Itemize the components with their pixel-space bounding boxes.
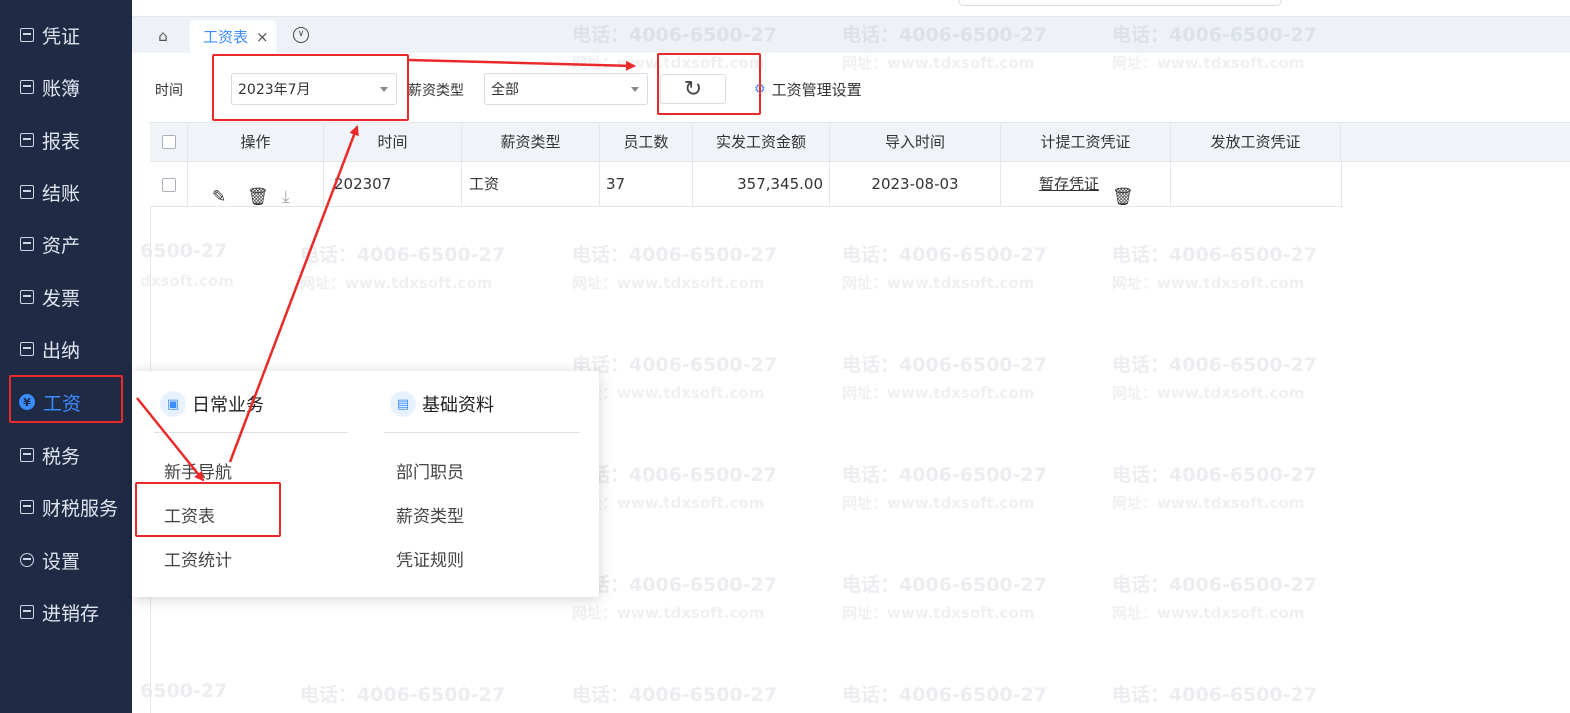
annotation-arrow bbox=[136, 397, 205, 482]
app-root: 凭证 账簿 报表 结账 资产 发票 出纳 ¥ 工资 税务 财税服务 设置 进销存 … bbox=[0, 0, 1570, 713]
annotation-arrow bbox=[408, 58, 636, 71]
annotation-arrow bbox=[228, 125, 359, 463]
annotation-arrows bbox=[136, 58, 636, 482]
